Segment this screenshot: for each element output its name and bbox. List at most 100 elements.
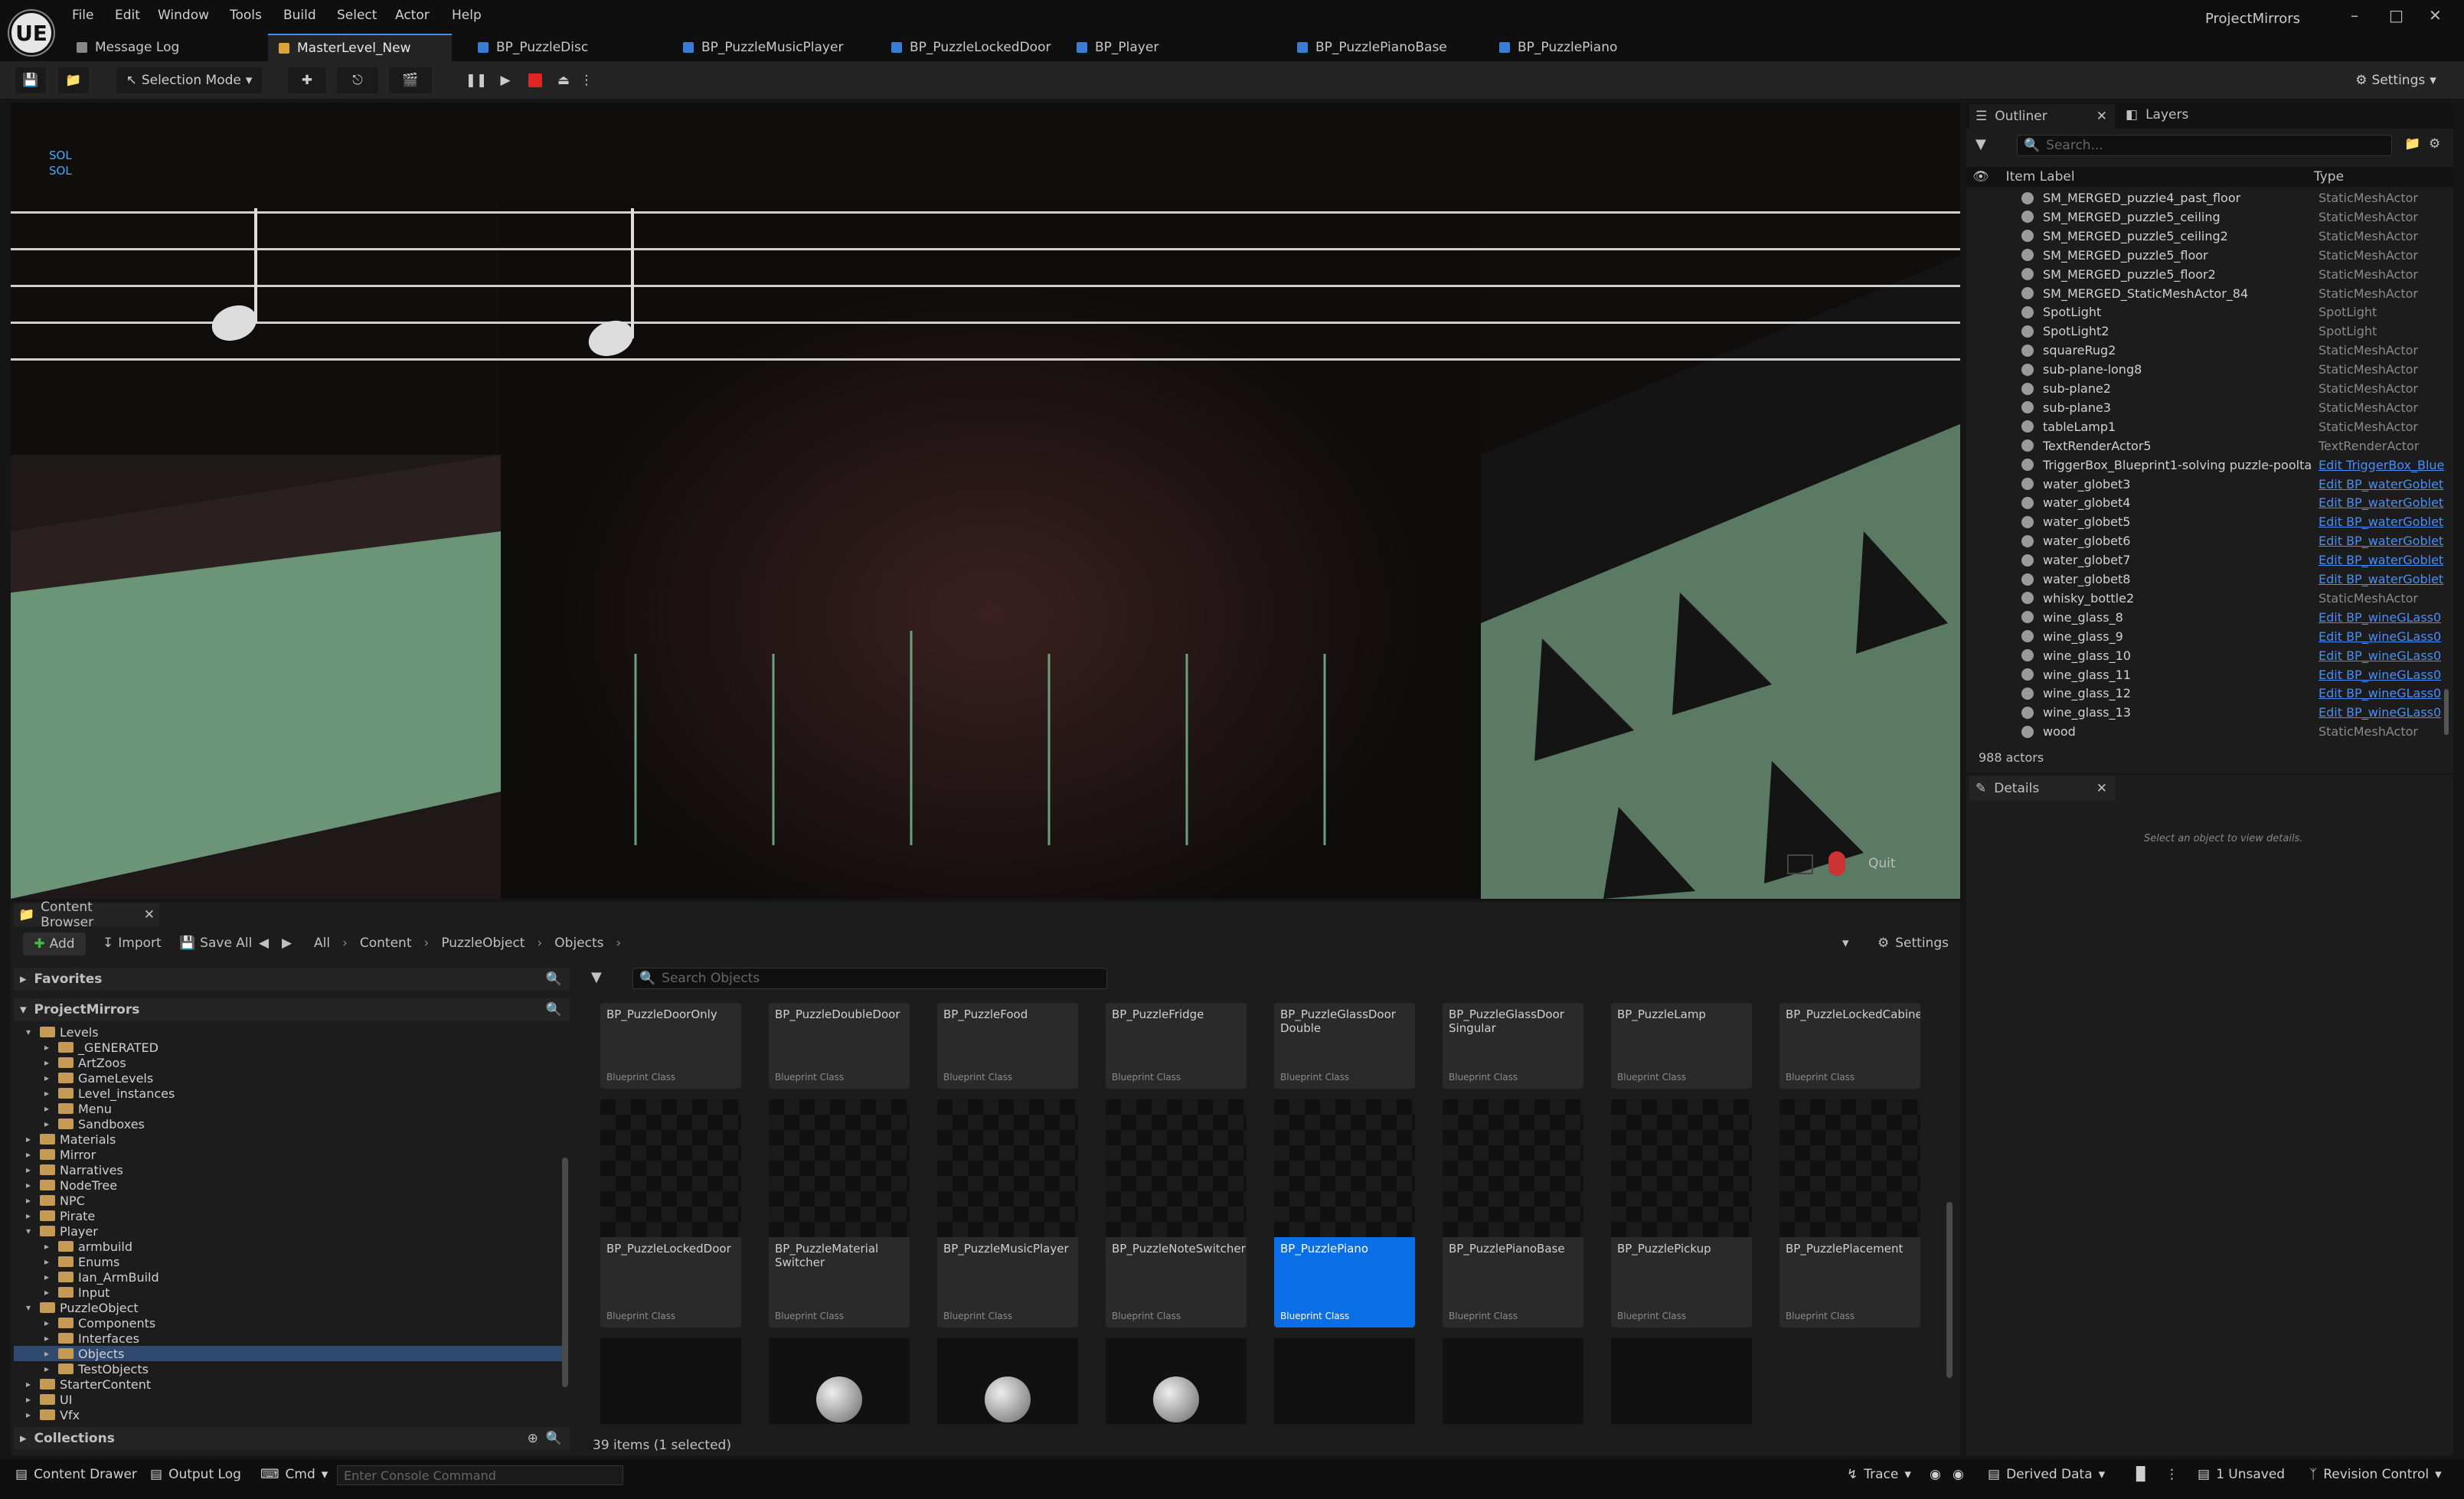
tab-1[interactable]: MasterLevel_New	[268, 34, 452, 61]
outliner-row[interactable]: water_globet3 Edit BP_waterGoblet	[1966, 475, 2453, 494]
breadcrumb-item[interactable]: Objects	[554, 936, 603, 951]
tree-folder[interactable]: ▸ armbuild	[14, 1239, 565, 1254]
asset-tile[interactable]	[1443, 1338, 1583, 1424]
outliner-row[interactable]: SpotLight SpotLight	[1966, 302, 2453, 322]
filter-icon[interactable]: ▼	[1975, 136, 1986, 152]
row-type[interactable]: Edit BP_waterGoblet	[2319, 553, 2443, 567]
outliner-row[interactable]: SM_MERGED_puzzle4_past_floor StaticMeshAc…	[1966, 188, 2453, 207]
search-icon[interactable]: 🔍	[546, 972, 562, 987]
tab-details[interactable]: ✎ Details ✕	[1969, 776, 2115, 801]
row-type[interactable]: Edit BP_wineGLass0	[2319, 610, 2441, 625]
tab-content-browser[interactable]: 📁 Content Browser ✕	[14, 900, 159, 930]
asset-tile[interactable]: BP_PuzzleFridge Blueprint Class	[1106, 1003, 1247, 1089]
tree-folder[interactable]: ▸ Sandboxes	[14, 1116, 565, 1132]
tree-folder[interactable]: ▾ Levels	[14, 1024, 565, 1040]
trace-dropdown[interactable]: ↯ Trace ▾	[1847, 1467, 1911, 1482]
maximize-icon[interactable]: □	[2389, 6, 2404, 24]
breadcrumb-item[interactable]: All	[314, 936, 330, 951]
row-type[interactable]: Edit BP_waterGoblet	[2319, 514, 2443, 529]
tab-7[interactable]: BP_PuzzlePiano	[1489, 34, 1680, 61]
tab-outliner[interactable]: ☰ Outliner ✕	[1969, 104, 2115, 129]
tree-folder[interactable]: ▸ UI	[14, 1392, 565, 1407]
save-all-button[interactable]: 💾 Save All	[179, 936, 252, 951]
stats-icon[interactable]: ▉	[2136, 1467, 2146, 1482]
asset-tile[interactable]: BP_PuzzleDoubleDoor Blueprint Class	[769, 1003, 910, 1089]
asset-tile[interactable]	[600, 1338, 741, 1424]
tree-folder[interactable]: ▸ Interfaces	[14, 1331, 565, 1346]
tree-folder[interactable]: ▸ Components	[14, 1315, 565, 1331]
outliner-row[interactable]: water_globet5 Edit BP_waterGoblet	[1966, 512, 2453, 531]
unreal-logo[interactable]: UE	[9, 11, 54, 55]
asset-tile[interactable]: BP_PuzzlePiano Blueprint Class	[1274, 1099, 1415, 1328]
back-icon[interactable]: ◀	[259, 936, 269, 951]
tab-0[interactable]: Message Log	[66, 34, 257, 61]
filter-icon[interactable]: ▼	[591, 969, 602, 985]
pause-icon[interactable]: ❚❚	[466, 67, 488, 93]
row-type[interactable]: Edit BP_wineGLass0	[2319, 705, 2441, 720]
asset-tile[interactable]: BP_PuzzleLamp Blueprint Class	[1611, 1003, 1752, 1089]
close-icon[interactable]: ✕	[2096, 781, 2107, 796]
asset-search-input[interactable]: 🔍 Search Objects	[632, 968, 1107, 989]
cinematics-icon[interactable]: 🎬	[389, 67, 432, 93]
outliner-row[interactable]: sub-plane2 StaticMeshActor	[1966, 379, 2453, 398]
asset-tile[interactable]	[937, 1338, 1078, 1424]
outliner-row[interactable]: whisky_bottle2 StaticMeshActor	[1966, 589, 2453, 608]
outliner-row[interactable]: wine_glass_9 Edit BP_wineGLass0	[1966, 627, 2453, 646]
settings-button[interactable]: ⚙ Settings ▾	[2346, 67, 2446, 93]
browse-icon[interactable]: 📁	[58, 67, 89, 93]
import-button[interactable]: ↧ Import	[103, 936, 162, 951]
item-label-column[interactable]: Item Label	[2006, 169, 2075, 185]
menu-item-edit[interactable]: Edit	[115, 8, 140, 23]
asset-tile[interactable]: BP_PuzzleLockedCabinet Blueprint Class	[1779, 1003, 1920, 1089]
level-viewport[interactable]: SOL SOL Quit	[11, 103, 1960, 899]
tree-folder[interactable]: ▸ ArtZoos	[14, 1055, 565, 1070]
asset-tile[interactable]: BP_PuzzlePickup Blueprint Class	[1611, 1099, 1752, 1328]
outliner-row[interactable]: wine_glass_12 Edit BP_wineGLass0	[1966, 684, 2453, 703]
asset-tile[interactable]: BP_PuzzleGlassDoor Double Blueprint Class	[1274, 1003, 1415, 1089]
close-icon[interactable]: ✕	[2096, 109, 2107, 124]
outliner-row[interactable]: tableLamp1 StaticMeshActor	[1966, 417, 2453, 436]
asset-tile[interactable]: BP_PuzzleDoorOnly Blueprint Class	[600, 1003, 741, 1089]
row-type[interactable]: Edit BP_waterGoblet	[2319, 477, 2443, 492]
add-button[interactable]: ✚ Add	[23, 932, 86, 955]
add-collection-icon[interactable]: ⊕	[528, 1431, 538, 1446]
tab-4[interactable]: BP_PuzzleLockedDoor	[881, 34, 1072, 61]
outliner-row[interactable]: water_globet7 Edit BP_waterGoblet	[1966, 550, 2453, 570]
outliner-row[interactable]: wood StaticMeshActor	[1966, 722, 2453, 741]
menu-item-actor[interactable]: Actor	[395, 8, 430, 23]
row-type[interactable]: Edit TriggerBox_Blue	[2319, 458, 2444, 472]
row-type[interactable]: Edit BP_wineGLass0	[2319, 686, 2441, 701]
breadcrumb-item[interactable]: PuzzleObject	[441, 936, 524, 951]
outliner-row[interactable]: water_globet6 Edit BP_waterGoblet	[1966, 531, 2453, 550]
tree-scrollbar[interactable]	[562, 1158, 568, 1387]
close-icon[interactable]: ✕	[144, 907, 155, 923]
tree-folder[interactable]: ▸ TestObjects	[14, 1361, 565, 1377]
more-options-icon[interactable]: ⋮	[2165, 1467, 2178, 1482]
search-icon[interactable]: 🔍	[546, 1431, 562, 1446]
tree-folder[interactable]: ▾ PuzzleObject	[14, 1300, 565, 1315]
asset-tile[interactable]: BP_PuzzleLockedDoor Blueprint Class	[600, 1099, 741, 1328]
asset-tile[interactable]	[1274, 1338, 1415, 1424]
outliner-row[interactable]: wine_glass_8 Edit BP_wineGLass0	[1966, 608, 2453, 627]
tree-folder[interactable]: ▸ Enums	[14, 1254, 565, 1269]
tree-folder[interactable]: ▸ Vfx	[14, 1407, 565, 1422]
outliner-row[interactable]: wine_glass_13 Edit BP_wineGLass0	[1966, 703, 2453, 722]
tree-folder[interactable]: ▸ GameLevels	[14, 1070, 565, 1086]
row-type[interactable]: Edit BP_waterGoblet	[2319, 572, 2443, 586]
outliner-row[interactable]: SM_MERGED_puzzle5_ceiling StaticMeshActor	[1966, 207, 2453, 227]
menu-item-help[interactable]: Help	[452, 8, 482, 23]
tree-folder[interactable]: ▾ Player	[14, 1223, 565, 1239]
asset-tile[interactable]: BP_PuzzleGlassDoor Singular Blueprint Cla…	[1443, 1003, 1583, 1089]
tree-folder[interactable]: ▸ Objects	[14, 1346, 565, 1361]
outliner-row[interactable]: SM_MERGED_puzzle5_ceiling2 StaticMeshActo…	[1966, 227, 2453, 246]
outliner-row[interactable]: TextRenderActor5 TextRenderActor	[1966, 436, 2453, 456]
menu-item-file[interactable]: File	[72, 8, 93, 23]
asset-tile[interactable]	[1106, 1338, 1247, 1424]
outliner-row[interactable]: wine_glass_11 Edit BP_wineGLass0	[1966, 665, 2453, 684]
content-drawer-button[interactable]: ▤ Content Drawer	[15, 1467, 137, 1482]
row-type[interactable]: Edit BP_wineGLass0	[2319, 648, 2441, 663]
menu-item-select[interactable]: Select	[337, 8, 377, 23]
tree-folder[interactable]: ▸ Mirror	[14, 1147, 565, 1162]
search-icon[interactable]: 🔍	[546, 1002, 562, 1017]
asset-tile[interactable]: BP_PuzzleMusicPlayer Blueprint Class	[937, 1099, 1078, 1328]
